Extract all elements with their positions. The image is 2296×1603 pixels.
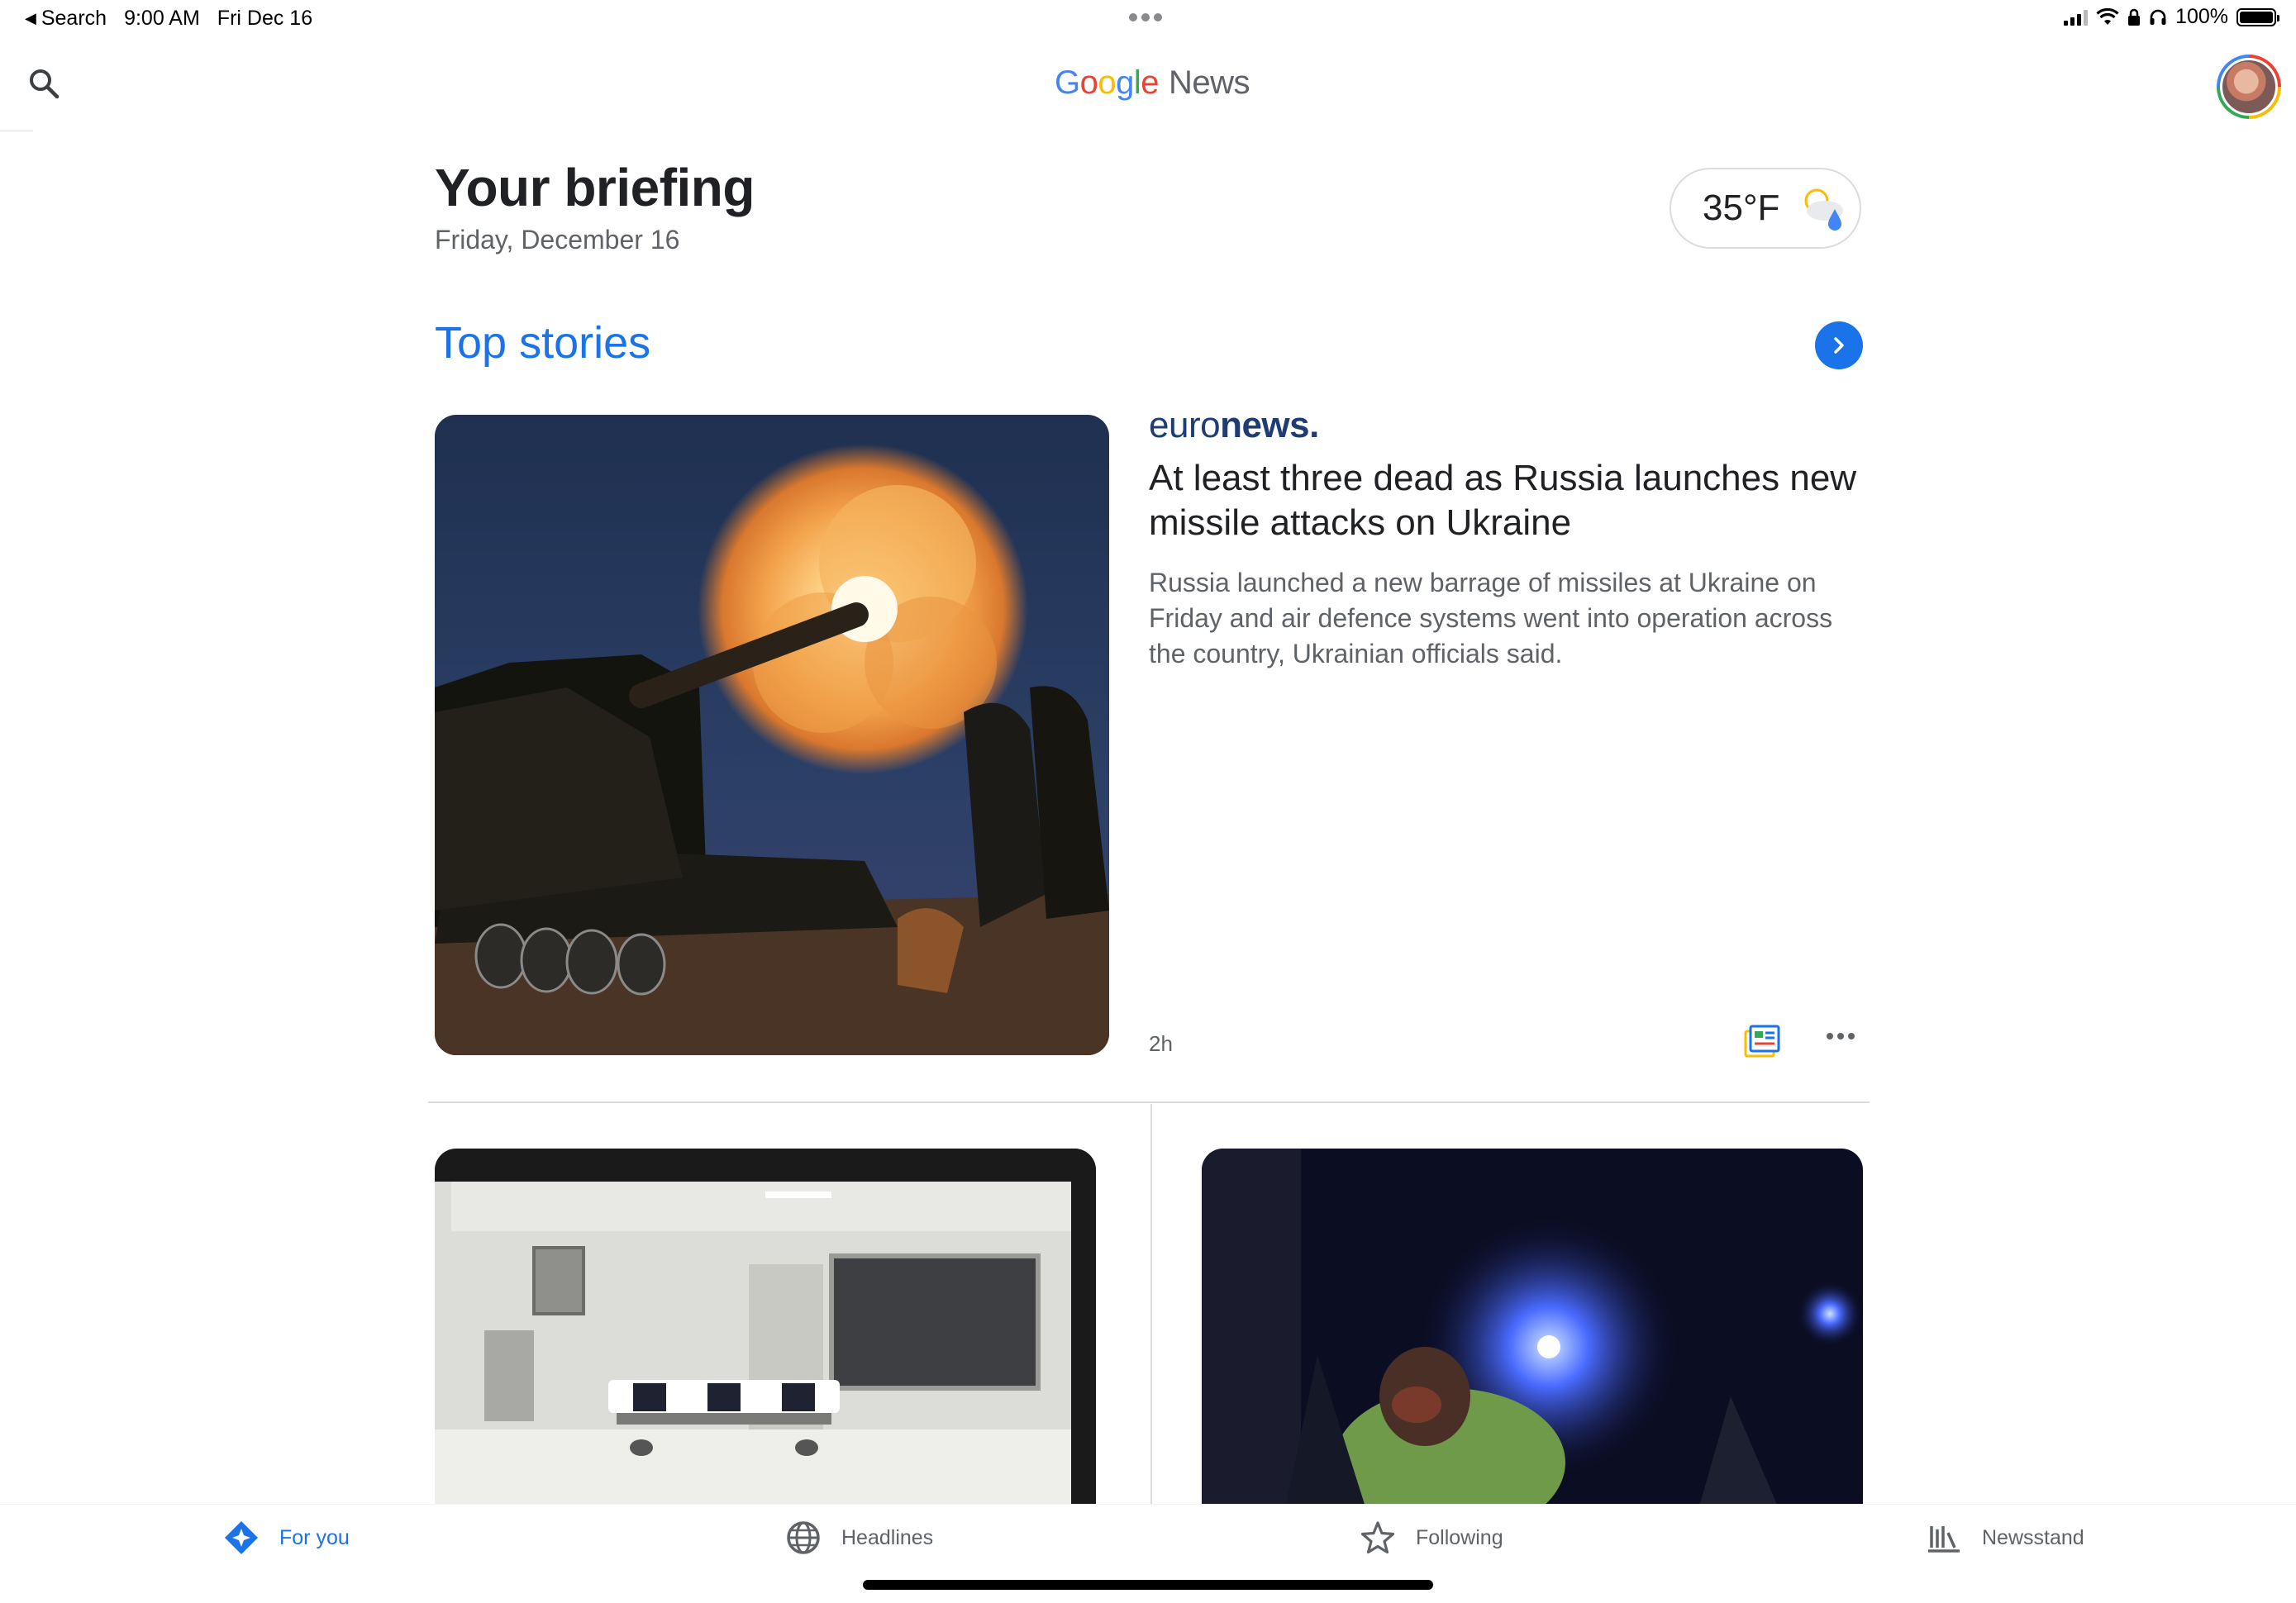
for-you-icon [225,1521,258,1554]
headphones-icon [2150,9,2166,25]
hero-headline[interactable]: At least three dead as Russia launches n… [1149,456,1860,545]
nav-following[interactable]: Following [1360,1520,1503,1556]
hero-summary: Russia launched a new barrage of missile… [1149,568,1833,668]
full-coverage-button[interactable] [1744,1025,1780,1058]
nav-headlines[interactable]: Headlines [785,1520,933,1556]
night-photo [1202,1149,1863,1512]
chevron-right-icon [1834,337,1844,354]
globe-icon [787,1521,820,1554]
nav-for-you[interactable]: For you [223,1520,350,1556]
status-left: ◀ Search 9:00 AM Fri Dec 16 [25,7,312,31]
search-button[interactable] [26,66,63,102]
story-image-night-arrest[interactable] [1202,1149,1863,1512]
google-news-logo: Google News [1055,64,1250,102]
story-image-execution-chamber[interactable] [435,1149,1096,1512]
battery-percent: 100% [2175,5,2228,28]
weather-chip[interactable]: 35°F [1670,168,1861,249]
status-right: 100% [2064,5,2279,29]
star-icon [1360,1521,1395,1554]
more-options-icon[interactable] [1827,1033,1855,1039]
google-wordmark: Google [1055,64,1160,101]
cellular-signal-icon [2064,9,2089,26]
publisher-logo-euronews[interactable]: euronews. [1149,405,1319,446]
nav-label: Headlines [841,1525,934,1549]
lock-rotation-icon [2128,8,2141,26]
account-avatar[interactable] [2217,55,2281,119]
search-icon [30,69,60,99]
top-stories-more-button[interactable] [1815,321,1863,369]
full-coverage-icon [1744,1025,1780,1058]
nav-newsstand[interactable]: Newsstand [1926,1520,2084,1556]
status-date: Fri Dec 16 [217,7,313,30]
logo-suffix: News [1169,64,1250,101]
battery-icon [2236,7,2279,26]
hero-timestamp: 2h [1149,1031,1173,1056]
nav-label: For you [279,1525,350,1549]
column-divider [1150,1104,1152,1504]
story-divider [428,1101,1870,1103]
multitasking-dots-icon[interactable] [1129,13,1162,21]
rain-weather-icon [1804,188,1843,231]
home-indicator[interactable] [863,1580,1433,1590]
newsstand-icon [1928,1526,1960,1553]
status-time: 9:00 AM [124,7,200,30]
status-bar: ◀ Search 9:00 AM Fri Dec 16 100% [0,0,2296,40]
artillery-photo [435,415,1109,1055]
nav-label: Following [1416,1525,1503,1549]
back-caret-icon[interactable]: ◀ [25,10,36,27]
avatar-photo [2220,58,2278,116]
hero-story-image[interactable] [435,415,1109,1055]
section-title-top-stories[interactable]: Top stories [435,317,650,369]
page-title: Your briefing [435,158,755,217]
back-to-app-label[interactable]: Search [41,7,107,31]
nav-label: Newsstand [1982,1525,2084,1549]
chamber-photo [435,1149,1096,1512]
publisher-name-bold: news. [1220,405,1319,445]
briefing-date: Friday, December 16 [435,225,680,254]
wifi-icon [2096,7,2119,25]
weather-temperature: 35°F [1703,188,1780,228]
publisher-name-part: euro [1149,405,1221,445]
